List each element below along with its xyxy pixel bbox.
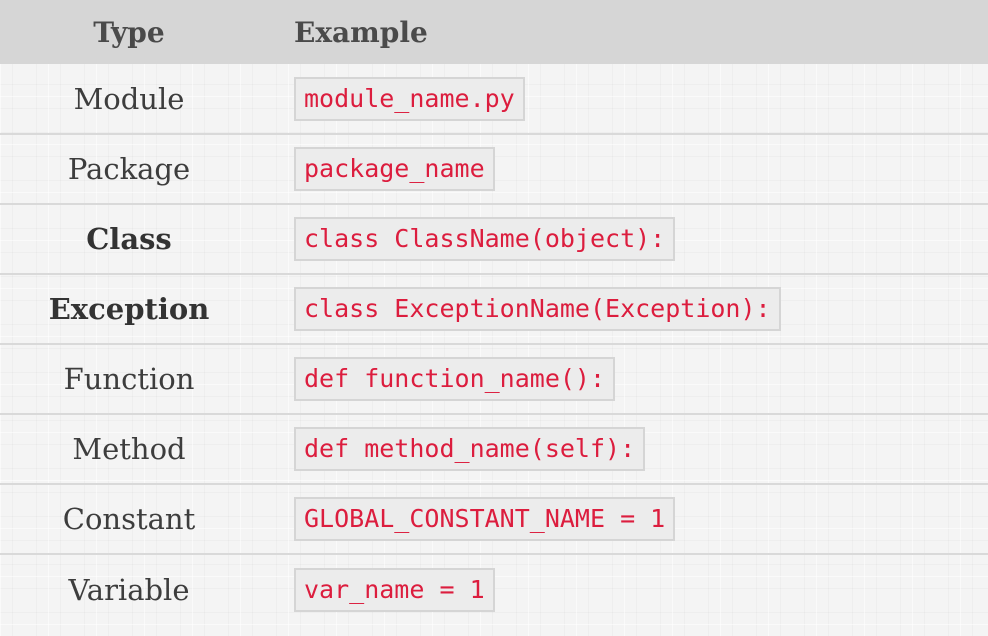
code-example: var_name = 1 (294, 567, 495, 612)
table-row: Method def method_name(self): (0, 414, 988, 484)
example-cell: var_name = 1 (258, 554, 988, 624)
type-cell-module: Module (73, 81, 185, 116)
example-column-header: Example (294, 15, 428, 49)
code-example: def function_name(): (294, 357, 616, 401)
code-example: class ExceptionName(Exception): (294, 287, 781, 331)
naming-conventions-table: Type Example Module module_name.py Packa… (0, 0, 988, 624)
type-cell-method: Method (72, 432, 186, 466)
table-header-row: Type Example (0, 0, 988, 64)
code-example: class ClassName(object): (294, 217, 676, 261)
code-example: def method_name(self): (294, 427, 646, 471)
example-cell: def method_name(self): (258, 414, 988, 484)
table-row: Exception class ExceptionName(Exception)… (0, 274, 988, 344)
example-cell: class ExceptionName(Exception): (258, 274, 988, 344)
example-cell: package_name (258, 134, 988, 204)
table-row: Module module_name.py (0, 64, 988, 134)
type-cell-function: Function (63, 362, 195, 396)
type-cell-exception: Exception (48, 292, 210, 326)
code-example: package_name (294, 147, 495, 191)
example-cell: class ClassName(object): (258, 204, 988, 274)
table-row: Package package_name (0, 134, 988, 204)
example-cell: def function_name(): (258, 344, 988, 414)
type-cell-variable: Variable (68, 572, 190, 607)
code-example: GLOBAL_CONSTANT_NAME = 1 (294, 497, 676, 541)
code-example: module_name.py (294, 76, 525, 121)
table-row: Variable var_name = 1 (0, 554, 988, 624)
table-row: Class class ClassName(object): (0, 204, 988, 274)
table-row: Function def function_name(): (0, 344, 988, 414)
table-row: Constant GLOBAL_CONSTANT_NAME = 1 (0, 484, 988, 554)
type-cell-class: Class (86, 222, 172, 256)
type-cell-constant: Constant (62, 502, 196, 536)
type-column-header: Type (93, 15, 165, 49)
example-cell: module_name.py (258, 64, 988, 134)
example-cell: GLOBAL_CONSTANT_NAME = 1 (258, 484, 988, 554)
type-cell-package: Package (67, 152, 191, 186)
